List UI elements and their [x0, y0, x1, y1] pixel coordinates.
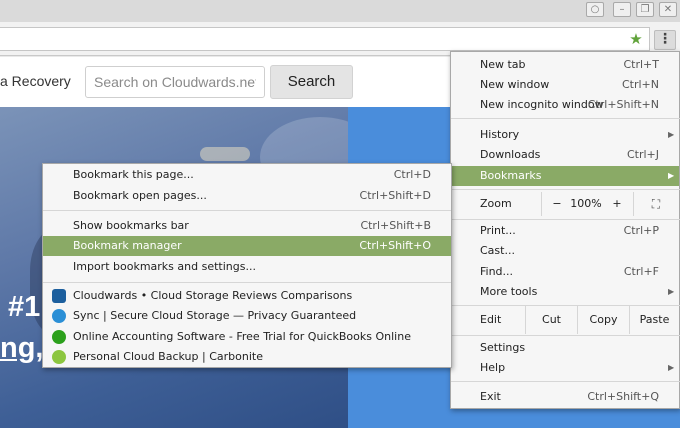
menu-item-bookmarks[interactable]: Bookmarks ▶: [451, 166, 679, 186]
kebab-menu-icon[interactable]: ⋮: [654, 30, 676, 50]
menu-item-label: Cloudwards • Cloud Storage Reviews Compa…: [73, 289, 353, 302]
zoom-in-button[interactable]: +: [602, 190, 632, 218]
menu-item-shortcut: Ctrl+D: [393, 168, 431, 181]
menu-item-label: Downloads: [480, 148, 541, 161]
submenu-arrow-icon: ▶: [668, 171, 675, 180]
menu-item-label: New window: [480, 78, 550, 91]
menu-separator: [43, 210, 451, 211]
menu-item-label: Show bookmarks bar: [73, 219, 189, 232]
menu-item-bookmark-this-page[interactable]: Bookmark this page... Ctrl+D: [43, 165, 451, 185]
menu-item-label: Find...: [480, 265, 514, 278]
menu-item-new-window[interactable]: New window Ctrl+N: [451, 75, 680, 95]
menu-item-label: Online Accounting Software - Free Trial …: [73, 330, 411, 343]
menu-item-exit[interactable]: Exit Ctrl+Shift+Q: [451, 387, 680, 407]
hero-headline-2[interactable]: ng,: [0, 332, 44, 365]
menu-item-new-incognito-window[interactable]: New incognito window Ctrl+Shift+N: [451, 95, 680, 115]
menu-item-shortcut: Ctrl+N: [621, 78, 659, 91]
carbonite-icon: [52, 350, 66, 364]
zoom-row: Zoom − 100% + ⛶: [451, 190, 680, 218]
menu-item-help[interactable]: Help ▶: [451, 358, 680, 378]
menu-item-label: Import bookmarks and settings...: [73, 260, 256, 273]
fullscreen-icon[interactable]: ⛶: [634, 190, 678, 218]
menu-item-label: Bookmarks: [480, 169, 542, 182]
menu-item-label: Settings: [480, 341, 526, 354]
menu-item-shortcut: Ctrl+P: [623, 224, 659, 237]
menu-item-settings[interactable]: Settings: [451, 338, 680, 358]
bookmarks-submenu: Bookmark this page... Ctrl+D Bookmark op…: [42, 163, 452, 368]
bookmark-item-quickbooks[interactable]: Online Accounting Software - Free Trial …: [43, 327, 451, 347]
sync-icon: [52, 309, 66, 323]
menu-item-show-bookmarks-bar[interactable]: Show bookmarks bar Ctrl+Shift+B: [43, 216, 451, 236]
menu-item-more-tools[interactable]: More tools ▶: [451, 282, 680, 302]
window-titlebar: ○ – ❐ ✕: [0, 0, 680, 22]
cut-button[interactable]: Cut: [525, 306, 577, 334]
bookmark-item-sync[interactable]: Sync | Secure Cloud Storage — Privacy Gu…: [43, 306, 451, 326]
menu-separator: [451, 335, 680, 336]
menu-separator: [43, 282, 451, 283]
menu-item-shortcut: Ctrl+F: [623, 265, 659, 278]
submenu-arrow-icon: ▶: [668, 130, 675, 139]
menu-item-shortcut: Ctrl+Shift+N: [587, 98, 659, 111]
menu-item-shortcut: Ctrl+Shift+B: [360, 219, 431, 232]
menu-item-label: More tools: [480, 285, 538, 298]
search-button[interactable]: Search: [270, 65, 353, 99]
bookmark-item-cloudwards[interactable]: Cloudwards • Cloud Storage Reviews Compa…: [43, 286, 451, 306]
menu-item-shortcut: Ctrl+Shift+Q: [587, 390, 659, 403]
submenu-arrow-icon: ▶: [668, 287, 675, 296]
menu-separator: [451, 381, 680, 382]
submenu-arrow-icon: ▶: [668, 363, 675, 372]
hero-headline-1: #1: [8, 291, 41, 323]
search-input[interactable]: [85, 66, 265, 98]
menu-separator: [451, 118, 680, 119]
bookmark-item-carbonite[interactable]: Personal Cloud Backup | Carbonite: [43, 347, 451, 367]
menu-item-history[interactable]: History ▶: [451, 125, 680, 145]
menu-item-label: Exit: [480, 390, 501, 403]
menu-item-bookmark-manager[interactable]: Bookmark manager Ctrl+Shift+O: [43, 236, 451, 256]
menu-item-label: New incognito window: [480, 98, 604, 111]
star-icon[interactable]: ★: [628, 31, 644, 47]
menu-item-find[interactable]: Find... Ctrl+F: [451, 262, 680, 282]
cloud-icon: [52, 289, 66, 303]
menu-separator: [451, 219, 680, 220]
zoom-label: Zoom: [480, 197, 512, 210]
zoom-level: 100%: [570, 197, 602, 210]
edit-row: Edit Cut Copy Paste: [451, 306, 680, 334]
restore-icon[interactable]: ❐: [636, 2, 654, 17]
menu-item-label: Bookmark manager: [73, 239, 182, 252]
menu-item-label: Cast...: [480, 244, 515, 257]
menu-item-label: Personal Cloud Backup | Carbonite: [73, 350, 263, 363]
quickbooks-icon: [52, 330, 66, 344]
copy-button[interactable]: Copy: [577, 306, 629, 334]
nav-link-recovery[interactable]: a Recovery: [0, 73, 71, 89]
menu-item-label: New tab: [480, 58, 526, 71]
menu-item-label: Sync | Secure Cloud Storage — Privacy Gu…: [73, 309, 357, 322]
chrome-main-menu: New tab Ctrl+T New window Ctrl+N New inc…: [450, 51, 680, 409]
menu-item-print[interactable]: Print... Ctrl+P: [451, 221, 680, 241]
address-bar[interactable]: [0, 27, 650, 51]
menu-item-shortcut: Ctrl+T: [623, 58, 659, 71]
menu-item-downloads[interactable]: Downloads Ctrl+J: [451, 145, 680, 165]
menu-item-label: History: [480, 128, 520, 141]
menu-item-label: Bookmark this page...: [73, 168, 194, 181]
edit-label: Edit: [480, 313, 502, 326]
menu-item-label: Print...: [480, 224, 516, 237]
menu-item-label: Bookmark open pages...: [73, 189, 207, 202]
menu-item-shortcut: Ctrl+Shift+D: [359, 189, 431, 202]
menu-item-cast[interactable]: Cast...: [451, 241, 680, 261]
menu-item-new-tab[interactable]: New tab Ctrl+T: [451, 55, 680, 75]
user-icon[interactable]: ○: [586, 2, 604, 17]
menu-item-import-bookmarks[interactable]: Import bookmarks and settings...: [43, 257, 451, 277]
close-icon[interactable]: ✕: [659, 2, 677, 17]
paste-button[interactable]: Paste: [629, 306, 679, 334]
menu-item-shortcut: Ctrl+J: [626, 148, 659, 161]
hero-photo-lamp: [200, 147, 250, 161]
menu-item-bookmark-open-pages[interactable]: Bookmark open pages... Ctrl+Shift+D: [43, 186, 451, 206]
menu-item-shortcut: Ctrl+Shift+O: [359, 239, 431, 252]
minimize-icon[interactable]: –: [613, 2, 631, 17]
menu-item-label: Help: [480, 361, 506, 374]
